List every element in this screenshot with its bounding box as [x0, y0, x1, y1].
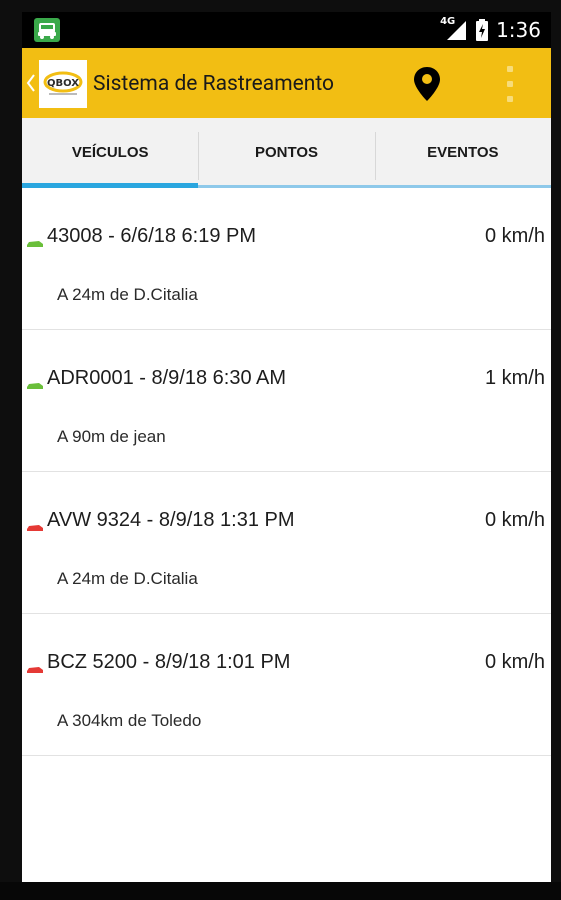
- vehicle-item[interactable]: ADR0001 - 8/9/18 6:30 AM 1 km/h A 90m de…: [22, 330, 551, 472]
- overflow-dot: [507, 96, 513, 102]
- map-pin-icon[interactable]: [410, 64, 444, 104]
- tab-label: EVENTOS: [427, 144, 499, 161]
- svg-text:QBOX: QBOX: [47, 78, 79, 89]
- vehicle-title: 43008 - 6/6/18 6:19 PM: [47, 225, 257, 247]
- tab-veiculos[interactable]: VEÍCULOS: [22, 118, 199, 188]
- car-offline-icon: [27, 667, 43, 673]
- device-frame: 4G 1:36 QBOX Sistema de Rastreamento VEÍ…: [0, 0, 561, 900]
- vehicle-item[interactable]: AVW 9324 - 8/9/18 1:31 PM 0 km/h A 24m d…: [22, 472, 551, 614]
- vehicle-list: 43008 - 6/6/18 6:19 PM 0 km/h A 24m de D…: [22, 188, 551, 756]
- vehicle-title: AVW 9324 - 8/9/18 1:31 PM: [47, 509, 295, 531]
- screen: 4G 1:36 QBOX Sistema de Rastreamento VEÍ…: [22, 12, 551, 888]
- navigation-bar: [0, 882, 561, 900]
- tab-pontos[interactable]: PONTOS: [198, 118, 375, 188]
- app-bar: QBOX Sistema de Rastreamento: [22, 48, 551, 118]
- vehicle-title: ADR0001 - 8/9/18 6:30 AM: [47, 367, 287, 389]
- car-offline-icon: [27, 525, 43, 531]
- tab-label: VEÍCULOS: [71, 144, 149, 161]
- tab-eventos[interactable]: EVENTOS: [374, 118, 551, 188]
- vehicle-speed: 1 km/h: [484, 367, 545, 389]
- network-type-label: 4G: [440, 16, 456, 27]
- vehicle-location: A 24m de D.Citalia: [57, 569, 198, 588]
- overflow-dot: [507, 66, 513, 72]
- overflow-menu-icon[interactable]: [496, 66, 524, 102]
- vehicle-title: BCZ 5200 - 8/9/18 1:01 PM: [47, 651, 291, 673]
- vehicle-item[interactable]: 43008 - 6/6/18 6:19 PM 0 km/h A 24m de D…: [22, 188, 551, 330]
- vehicle-speed: 0 km/h: [484, 509, 545, 531]
- status-indicators: 4G 1:36: [440, 12, 541, 48]
- app-logo[interactable]: QBOX: [39, 60, 87, 108]
- tab-label: PONTOS: [254, 144, 319, 161]
- status-time: 1:36: [496, 18, 541, 42]
- signal-icon: 4G: [440, 16, 468, 41]
- vehicle-location: A 24m de D.Citalia: [57, 285, 198, 304]
- chevron-left-icon[interactable]: [26, 72, 36, 94]
- vehicle-location: A 90m de jean: [57, 427, 166, 446]
- vehicle-speed: 0 km/h: [484, 225, 545, 247]
- status-bar: 4G 1:36: [22, 12, 551, 48]
- vehicle-speed: 0 km/h: [484, 651, 545, 673]
- vehicle-item[interactable]: BCZ 5200 - 8/9/18 1:01 PM 0 km/h A 304km…: [22, 614, 551, 756]
- app-title: Sistema de Rastreamento: [93, 72, 334, 96]
- tab-bar: VEÍCULOS PONTOS EVENTOS: [22, 118, 551, 188]
- overflow-dot: [507, 81, 513, 87]
- car-notification-icon: [34, 18, 60, 42]
- car-online-icon: [27, 241, 43, 247]
- car-online-icon: [27, 383, 43, 389]
- battery-charging-icon: [476, 19, 489, 41]
- vehicle-location: A 304km de Toledo: [57, 711, 202, 730]
